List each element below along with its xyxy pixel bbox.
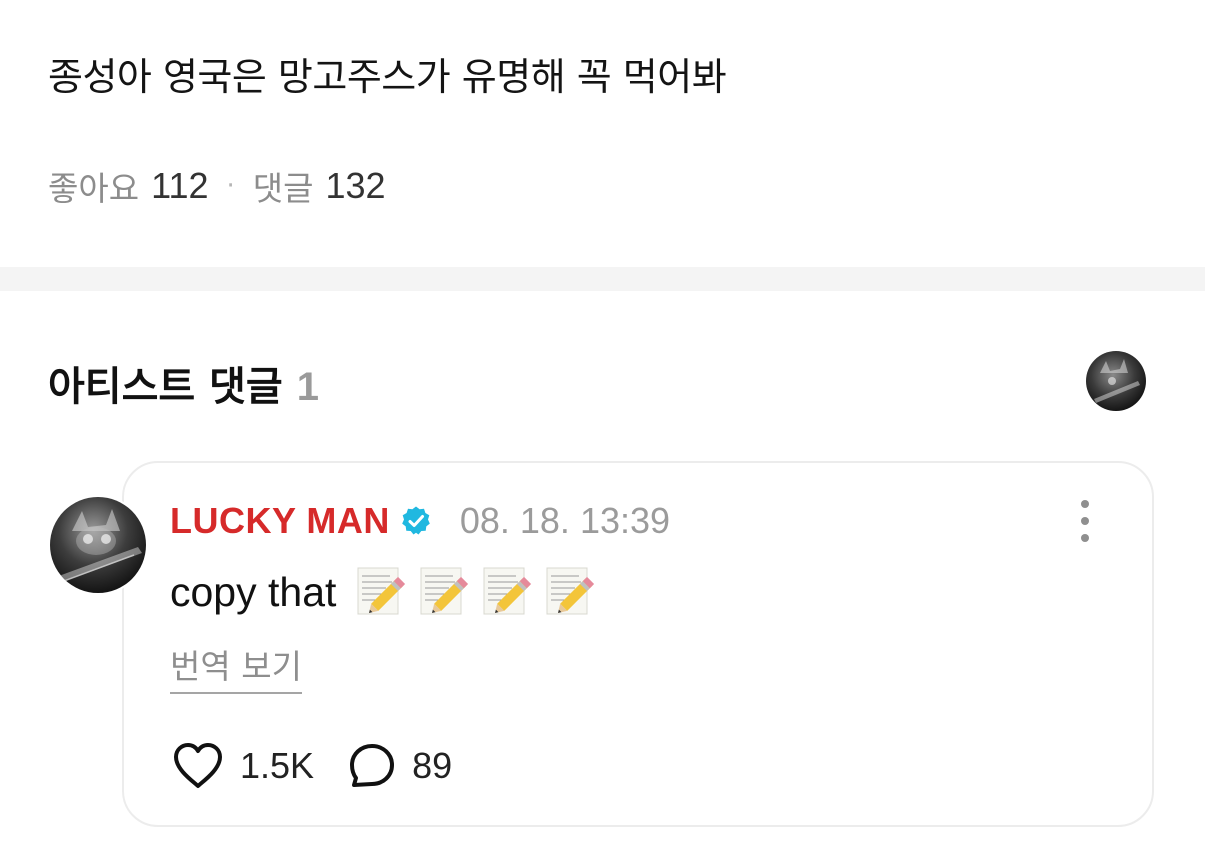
artist-avatar-small[interactable] [1086, 351, 1146, 411]
translate-link[interactable]: 번역 보기 [170, 640, 302, 694]
like-count: 1.5K [240, 745, 315, 786]
comment-text: copy that [170, 568, 337, 615]
post-stats: 좋아요 112 · 댓글 132 [48, 162, 386, 210]
more-options-icon[interactable] [1074, 500, 1096, 542]
verified-badge-icon [402, 506, 430, 535]
memo-icon [546, 567, 595, 615]
artist-comments-count: 1 [296, 365, 319, 409]
comments-count[interactable]: 132 [326, 165, 386, 207]
comment-bubble-icon [350, 744, 395, 787]
comment-actions: 1.5K 89 [172, 742, 486, 790]
comment-emojis [356, 566, 608, 618]
like-button[interactable]: 1.5K [172, 742, 314, 790]
likes-label: 좋아요 [48, 169, 140, 208]
comment-body: copy that [170, 566, 608, 618]
comment-header: LUCKY MAN 08. 18. 13:39 [170, 500, 670, 542]
post-text: 종성아 영국은 망고주스가 유명해 꼭 먹어봐 [48, 55, 727, 99]
memo-icon [357, 567, 406, 615]
author-name[interactable]: LUCKY MAN [170, 500, 390, 542]
reply-button[interactable]: 89 [348, 742, 452, 790]
stats-separator: · [226, 171, 235, 201]
section-divider [0, 267, 1205, 291]
artist-comments-header: 아티스트 댓글 1 [48, 354, 319, 412]
comment-date: 08. 18. 13:39 [459, 500, 671, 541]
memo-icon [420, 567, 469, 615]
memo-icon [483, 567, 532, 615]
author-avatar[interactable] [48, 495, 148, 595]
heart-icon [174, 743, 222, 788]
comments-label[interactable]: 댓글 [253, 162, 314, 210]
reply-count: 89 [412, 745, 453, 786]
likes-count: 112 [151, 165, 209, 206]
artist-comments-title: 아티스트 댓글 [48, 364, 283, 410]
